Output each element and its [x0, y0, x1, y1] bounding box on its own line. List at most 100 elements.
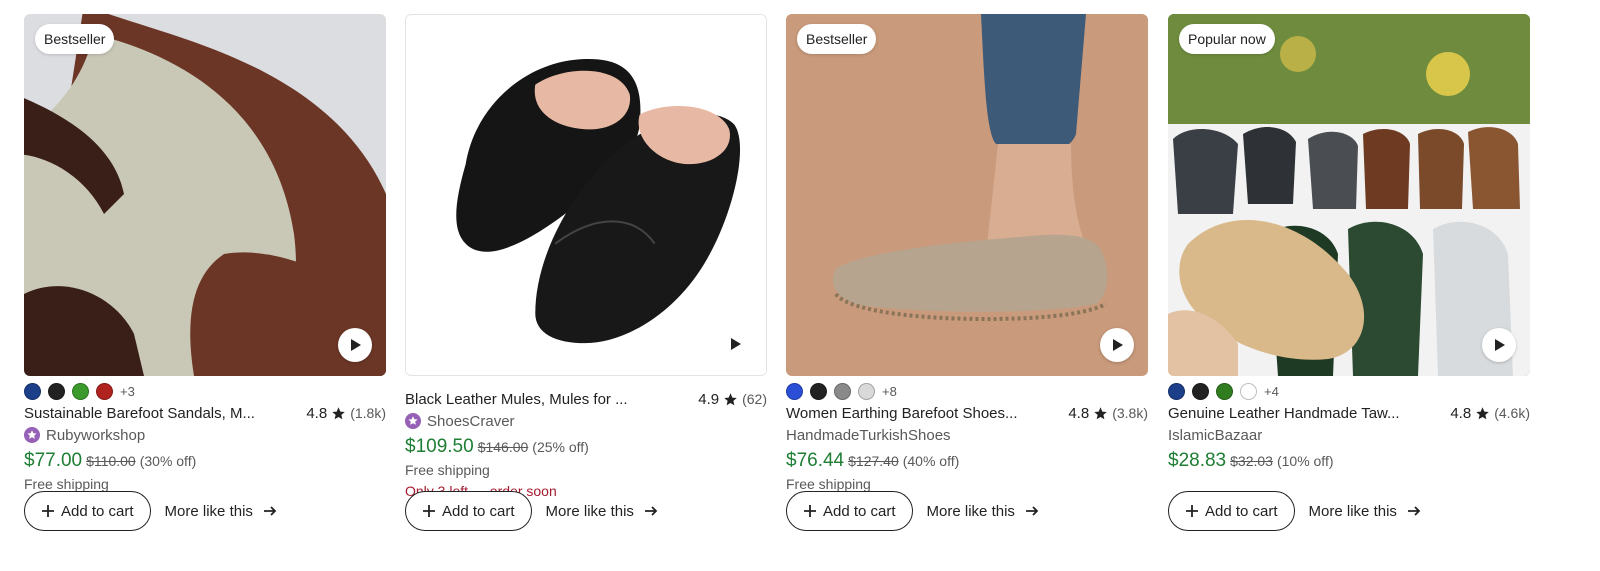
rating-value: 4.8	[306, 404, 328, 422]
play-video-button[interactable]	[338, 328, 372, 362]
product-photo	[1168, 14, 1530, 376]
add-to-cart-button[interactable]: Add to cart	[786, 491, 913, 531]
popular-now-badge: Popular now	[1179, 24, 1275, 54]
star-icon	[724, 392, 737, 405]
rating: 4.8 (4.6k)	[1450, 405, 1530, 422]
plus-icon	[804, 505, 816, 517]
shop-info: IslamicBazaar	[1168, 425, 1530, 445]
color-swatch	[48, 382, 65, 400]
more-colors-count: +3	[120, 383, 135, 399]
sale-price: $28.83	[1168, 450, 1227, 471]
listing-card[interactable]: Popular now +4 Genuine Leather Handmade …	[1168, 14, 1530, 472]
add-to-cart-button[interactable]: Add to cart	[1168, 491, 1295, 531]
review-count: (1.8k)	[350, 405, 386, 421]
more-like-this-link[interactable]: More like this	[1309, 503, 1421, 520]
star-icon	[332, 406, 345, 419]
more-colors-count: +4	[1264, 383, 1279, 399]
color-swatches: +8	[786, 382, 1148, 400]
sale-price: $109.50	[405, 436, 474, 457]
price-row: $109.50 $146.00 (25% off)	[405, 436, 767, 458]
more-like-this-link[interactable]: More like this	[927, 503, 1039, 520]
add-to-cart-button[interactable]: Add to cart	[24, 491, 151, 531]
price-row: $28.83 $32.03 (10% off)	[1168, 450, 1530, 472]
star-icon	[1094, 406, 1107, 419]
more-like-this-link[interactable]: More like this	[165, 503, 277, 520]
color-swatch	[810, 382, 827, 400]
color-swatch	[72, 382, 89, 400]
star-icon	[1476, 406, 1489, 419]
shop-name[interactable]: ShoesCraver	[427, 413, 515, 430]
arrow-right-icon	[263, 506, 277, 516]
add-to-cart-button[interactable]: Add to cart	[405, 491, 532, 531]
card-actions: Add to cart More like this	[24, 491, 277, 531]
listing-card[interactable]: Black Leather Mules, Mules for ... 4.9 (…	[405, 14, 767, 500]
shop-name[interactable]: IslamicBazaar	[1168, 427, 1262, 444]
review-count: (4.6k)	[1494, 405, 1530, 421]
star-seller-icon	[405, 413, 421, 429]
discount-percent: (10% off)	[1276, 453, 1334, 469]
plus-icon	[423, 505, 435, 517]
discount-percent: (40% off)	[902, 453, 960, 469]
play-icon	[1113, 339, 1123, 351]
listing-grid: Bestseller +3 Sustainable Barefoot Sanda…	[0, 0, 1600, 571]
rating: 4.9 (62)	[698, 391, 767, 408]
star-seller-icon	[24, 427, 40, 443]
shop-name[interactable]: Rubyworkshop	[46, 427, 145, 444]
original-price: $146.00	[477, 439, 529, 455]
arrow-right-icon	[1407, 506, 1421, 516]
listing-title[interactable]: Women Earthing Barefoot Shoes...	[786, 405, 1018, 422]
original-price: $110.00	[86, 453, 136, 469]
color-swatches: +3	[24, 382, 386, 400]
play-video-button[interactable]	[1482, 328, 1516, 362]
shop-name[interactable]: HandmadeTurkishShoes	[786, 427, 951, 444]
add-to-cart-label: Add to cart	[823, 502, 896, 520]
arrow-right-icon	[644, 506, 658, 516]
plus-icon	[42, 505, 54, 517]
rating-value: 4.8	[1450, 404, 1472, 422]
add-to-cart-label: Add to cart	[1205, 502, 1278, 520]
shop-info: Rubyworkshop	[24, 425, 386, 445]
listing-image[interactable]	[405, 14, 767, 376]
color-swatch	[858, 382, 875, 400]
rating: 4.8 (1.8k)	[306, 405, 386, 422]
more-like-this-label: More like this	[164, 502, 253, 520]
rating-value: 4.8	[1068, 404, 1090, 422]
price-row: $77.00 $110.00 (30% off)	[24, 450, 386, 472]
play-icon	[351, 339, 361, 351]
plus-icon	[1186, 505, 1198, 517]
sale-price: $76.44	[786, 450, 845, 471]
bestseller-badge: Bestseller	[35, 24, 115, 54]
add-to-cart-label: Add to cart	[442, 502, 515, 520]
card-actions: Add to cart More like this	[405, 491, 658, 531]
sale-price: $77.00	[24, 450, 83, 471]
more-colors-count: +8	[882, 383, 897, 399]
product-photo	[786, 14, 1148, 376]
listing-title[interactable]: Black Leather Mules, Mules for ...	[405, 391, 628, 408]
color-swatch	[96, 382, 113, 400]
play-video-button[interactable]	[718, 327, 752, 361]
listing-card[interactable]: Bestseller +3 Sustainable Barefoot Sanda…	[24, 14, 386, 493]
color-swatch	[1216, 382, 1233, 400]
more-like-this-link[interactable]: More like this	[546, 503, 658, 520]
listing-image[interactable]: Bestseller	[24, 14, 386, 376]
play-icon	[731, 338, 741, 350]
product-photo	[24, 14, 386, 376]
arrow-right-icon	[1025, 506, 1039, 516]
card-actions: Add to cart More like this	[786, 491, 1039, 531]
listing-title[interactable]: Sustainable Barefoot Sandals, M...	[24, 405, 255, 422]
shop-info: HandmadeTurkishShoes	[786, 425, 1148, 445]
discount-percent: (25% off)	[532, 439, 589, 455]
review-count: (3.8k)	[1112, 405, 1148, 421]
color-swatch	[1240, 382, 1257, 400]
color-swatch	[1168, 382, 1185, 400]
listing-card[interactable]: Bestseller +8 Women Earthing Barefoot Sh…	[786, 14, 1148, 493]
listing-image[interactable]: Bestseller	[786, 14, 1148, 376]
color-swatch	[834, 382, 851, 400]
original-price: $127.40	[848, 453, 899, 469]
listing-title[interactable]: Genuine Leather Handmade Taw...	[1168, 405, 1400, 422]
color-swatches: +4	[1168, 382, 1530, 400]
play-video-button[interactable]	[1100, 328, 1134, 362]
listing-image[interactable]: Popular now	[1168, 14, 1530, 376]
price-row: $76.44 $127.40 (40% off)	[786, 450, 1148, 472]
more-like-this-label: More like this	[926, 502, 1015, 520]
